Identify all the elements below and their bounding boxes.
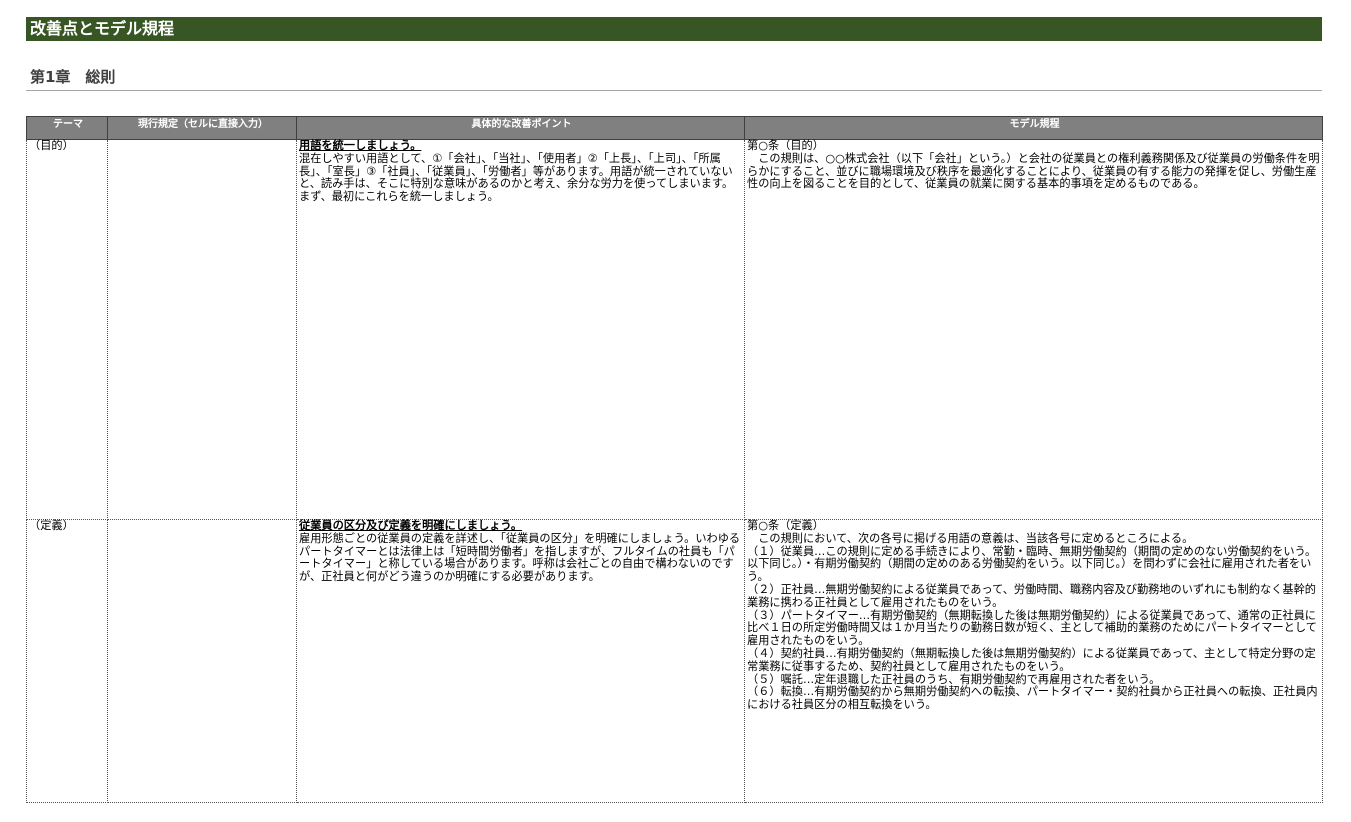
improvement-point-cell: 用語を統一しましょう。 混在しやすい用語として、①「会社」、「当社」、「使用者」… bbox=[296, 139, 745, 520]
chapter-title: 第1章 総則 bbox=[30, 68, 116, 86]
improvement-point-cell: 従業員の区分及び定義を明確にしましょう。 雇用形態ごとの従業員の定義を詳述し、「… bbox=[296, 519, 745, 803]
model-rule-text: 第○条（定義） この規則において、次の各号に掲げる用語の意義は、当該各号に定める… bbox=[747, 519, 1318, 712]
improvement-point-title: 従業員の区分及び定義を明確にしましょう。 bbox=[299, 519, 523, 532]
model-rule-text: 第○条（目的） この規則は、○○株式会社（以下「会社」という。）と会社の従業員と… bbox=[747, 139, 1320, 191]
column-header-improvement-point: 具体的な改善ポイント bbox=[296, 116, 745, 140]
model-rule-cell: 第○条（定義） この規則において、次の各号に掲げる用語の意義は、当該各号に定める… bbox=[744, 519, 1323, 803]
current-rule-input-cell[interactable] bbox=[107, 519, 297, 803]
column-header-current-rule: 現行規定（セルに直接入力） bbox=[107, 116, 297, 140]
table-row: （定義） 従業員の区分及び定義を明確にしましょう。 雇用形態ごとの従業員の定義を… bbox=[26, 519, 1323, 803]
current-rule-input-cell[interactable] bbox=[107, 139, 297, 520]
page-title: 改善点とモデル規程 bbox=[26, 17, 1322, 41]
regulation-table: テーマ 現行規定（セルに直接入力） 具体的な改善ポイント モデル規程 （目的） … bbox=[26, 116, 1323, 803]
table-header-row: テーマ 現行規定（セルに直接入力） 具体的な改善ポイント モデル規程 bbox=[26, 116, 1323, 140]
theme-cell: （目的） bbox=[26, 139, 108, 520]
improvement-point-text: 混在しやすい用語として、①「会社」、「当社」、「使用者」②「上長」、「上司」、「… bbox=[299, 151, 734, 204]
column-header-theme: テーマ bbox=[26, 116, 108, 140]
column-header-model-rule: モデル規程 bbox=[744, 116, 1323, 140]
model-rule-cell: 第○条（目的） この規則は、○○株式会社（以下「会社」という。）と会社の従業員と… bbox=[744, 139, 1323, 520]
improvement-point-text: 雇用形態ごとの従業員の定義を詳述し、「従業員の区分」を明確にしましょう。いわゆる… bbox=[299, 531, 741, 584]
table-row: （目的） 用語を統一しましょう。 混在しやすい用語として、①「会社」、「当社」、… bbox=[26, 139, 1323, 520]
theme-cell: （定義） bbox=[26, 519, 108, 803]
chapter-divider bbox=[26, 90, 1322, 91]
improvement-point-title: 用語を統一しましょう。 bbox=[299, 139, 422, 152]
